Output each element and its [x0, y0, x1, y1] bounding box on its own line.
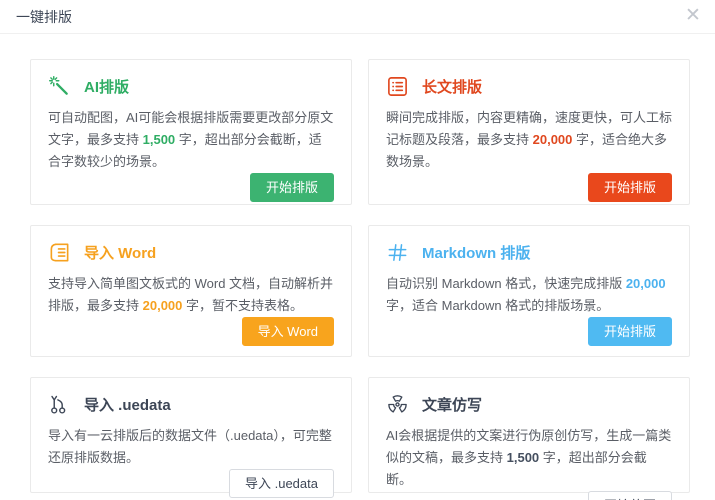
word-document-icon	[48, 241, 71, 264]
card-header: 导入 Word	[48, 241, 334, 264]
card-markdown-typeset: Markdown 排版 自动识别 Markdown 格式，快速完成排版 20,0…	[368, 225, 690, 357]
list-icon	[386, 75, 409, 98]
highlight-number: 20,000	[143, 298, 183, 313]
card-grid: AI排版 可自动配图，AI可能会根据排版需要更改部分原文文字，最多支持 1,50…	[0, 34, 715, 493]
highlight-number: 20,000	[533, 132, 573, 147]
highlight-number: 20,000	[626, 276, 666, 291]
card-header: 长文排版	[386, 75, 672, 98]
card-header: 导入 .uedata	[48, 393, 334, 416]
import-uedata-button[interactable]: 导入 .uedata	[229, 469, 334, 498]
card-article-rewrite: 文章仿写 AI会根据提供的文案进行伪原创仿写，生成一篇类似的文稿，最多支持 1,…	[368, 377, 690, 493]
card-description: 自动识别 Markdown 格式，快速完成排版 20,000 字，适合 Mark…	[386, 273, 672, 317]
card-description: 可自动配图，AI可能会根据排版需要更改部分原文文字，最多支持 1,500 字，超…	[48, 107, 334, 173]
card-title: 文章仿写	[422, 394, 482, 415]
branch-icon	[48, 393, 71, 416]
card-header: Markdown 排版	[386, 241, 672, 264]
card-title: Markdown 排版	[422, 242, 530, 263]
desc-text: 字，暂不支持表格。	[182, 298, 303, 313]
magic-wand-icon	[48, 75, 71, 98]
radiation-icon	[386, 393, 409, 416]
rewrite-start-button[interactable]: 开始仿写	[588, 491, 672, 500]
highlight-number: 1,500	[143, 132, 176, 147]
card-description: AI会根据提供的文案进行伪原创仿写，生成一篇类似的文稿，最多支持 1,500 字…	[386, 425, 672, 491]
card-description: 支持导入简单图文板式的 Word 文档，自动解析并排版，最多支持 20,000 …	[48, 273, 334, 317]
desc-text: 导入有一云排版后的数据文件（.uedata），可完整还原排版数据。	[48, 428, 332, 465]
highlight-number: 1,500	[507, 450, 540, 465]
card-description: 导入有一云排版后的数据文件（.uedata），可完整还原排版数据。	[48, 425, 334, 469]
one-click-typeset-dialog: 一键排版 ✕	[0, 0, 715, 500]
card-title: AI排版	[84, 76, 129, 97]
card-title: 导入 .uedata	[84, 394, 171, 415]
dialog-title: 一键排版	[16, 7, 72, 27]
card-import-word: 导入 Word 支持导入简单图文板式的 Word 文档，自动解析并排版，最多支持…	[30, 225, 352, 357]
card-title: 长文排版	[422, 76, 482, 97]
hash-icon	[386, 241, 409, 264]
import-word-button[interactable]: 导入 Word	[242, 317, 334, 346]
card-title: 导入 Word	[84, 242, 156, 263]
card-header: 文章仿写	[386, 393, 672, 416]
long-article-start-typeset-button[interactable]: 开始排版	[588, 173, 672, 202]
card-header: AI排版	[48, 75, 334, 98]
card-long-article-typeset: 长文排版 瞬间完成排版，内容更精确，速度更快，可人工标记标题及段落，最多支持 2…	[368, 59, 690, 205]
ai-start-typeset-button[interactable]: 开始排版	[250, 173, 334, 202]
card-import-uedata: 导入 .uedata 导入有一云排版后的数据文件（.uedata），可完整还原排…	[30, 377, 352, 493]
dialog-header: 一键排版	[0, 0, 715, 34]
card-description: 瞬间完成排版，内容更精确，速度更快，可人工标记标题及段落，最多支持 20,000…	[386, 107, 672, 173]
desc-text: 自动识别 Markdown 格式，快速完成排版	[386, 276, 626, 291]
card-ai-typeset: AI排版 可自动配图，AI可能会根据排版需要更改部分原文文字，最多支持 1,50…	[30, 59, 352, 205]
close-icon[interactable]: ✕	[681, 4, 705, 28]
markdown-start-typeset-button[interactable]: 开始排版	[588, 317, 672, 346]
desc-text: 字，适合 Markdown 格式的排版场景。	[386, 298, 609, 313]
